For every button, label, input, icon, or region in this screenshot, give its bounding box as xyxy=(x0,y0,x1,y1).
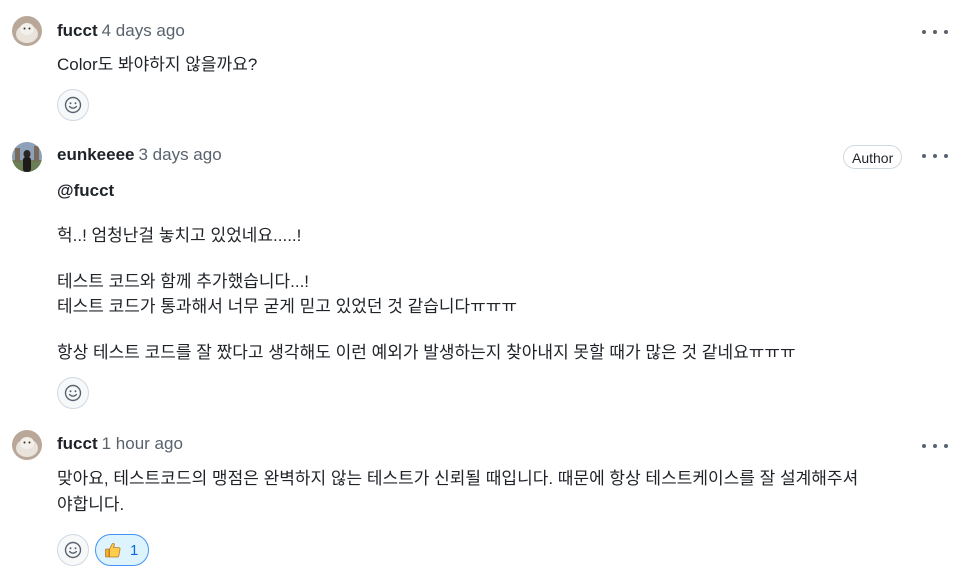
add-reaction-button[interactable] xyxy=(57,377,89,409)
author-name[interactable]: fucct xyxy=(57,21,98,40)
add-reaction-button[interactable] xyxy=(57,534,89,566)
author-name[interactable]: fucct xyxy=(57,434,98,453)
comment-menu-icon[interactable] xyxy=(922,440,948,452)
comment-text: 맞아요, 테스트코드의 맹점은 완벽하지 않는 테스트가 신뢰될 때입니다. 때… xyxy=(57,469,859,488)
comment-menu-icon[interactable] xyxy=(922,150,948,162)
avatar[interactable] xyxy=(12,16,42,46)
comment-text: 테스트 코드와 함께 추가했습니다...! xyxy=(57,272,310,291)
author-badge: Author xyxy=(843,145,903,169)
timestamp[interactable]: 1 hour ago xyxy=(102,434,183,453)
comment-text: 야합니다. xyxy=(57,495,125,514)
thumbs-up-reaction-button[interactable]: 1 xyxy=(95,534,150,566)
comment-header: fucct 4 days ago xyxy=(57,21,185,41)
smiley-icon xyxy=(64,96,82,114)
timestamp[interactable]: 3 days ago xyxy=(139,145,222,164)
avatar[interactable] xyxy=(12,142,42,172)
smiley-icon xyxy=(64,541,82,559)
comment-menu-icon[interactable] xyxy=(922,26,948,38)
timestamp[interactable]: 4 days ago xyxy=(102,21,185,40)
comment-text: 헉..! 엄청난걸 놓치고 있었네요.....! xyxy=(57,226,302,245)
comment-text: Color도 봐야하지 않을까요? xyxy=(57,55,258,74)
thumbs-up-icon xyxy=(105,543,121,558)
comment-header: fucct 1 hour ago xyxy=(57,434,183,454)
comment-text: 테스트 코드가 통과해서 너무 굳게 믿고 있었던 것 같습니다ㅠㅠㅠ xyxy=(57,297,518,316)
mention-link[interactable]: @fucct xyxy=(57,180,114,202)
smiley-icon xyxy=(64,384,82,402)
add-reaction-button[interactable] xyxy=(57,89,89,121)
reaction-count: 1 xyxy=(130,541,139,559)
author-name[interactable]: eunkeeee xyxy=(57,145,135,164)
comment-text: 항상 테스트 코드를 잘 짰다고 생각해도 이런 예외가 발생하는지 찾아내지 … xyxy=(57,343,796,362)
avatar[interactable] xyxy=(12,430,42,460)
comment-header: eunkeeee 3 days ago xyxy=(57,145,222,165)
